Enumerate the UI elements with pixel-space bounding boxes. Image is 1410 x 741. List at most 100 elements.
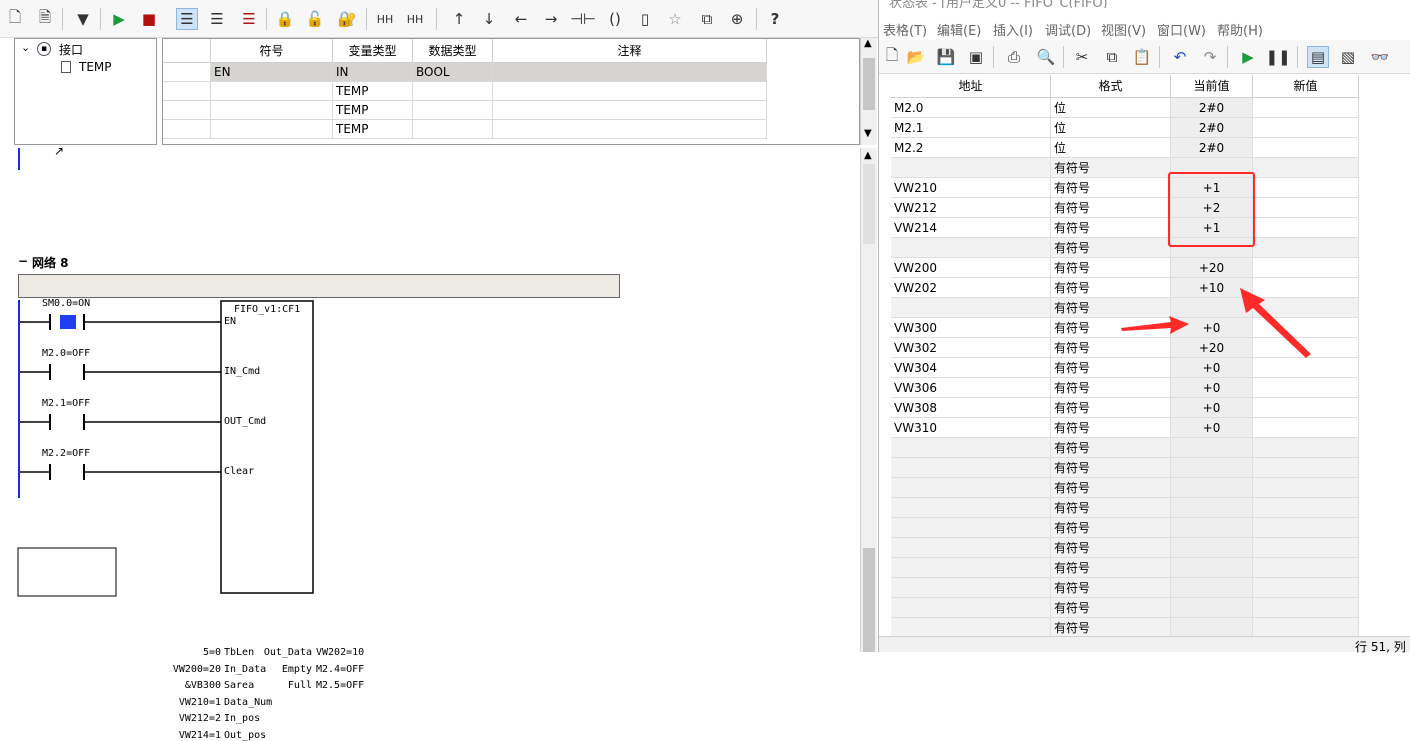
- tree-root-label[interactable]: 接口: [59, 41, 83, 58]
- save-all-icon[interactable]: ▣: [965, 46, 987, 68]
- pause-icon[interactable]: ❚❚: [1265, 46, 1290, 68]
- status-row[interactable]: 有符号: [891, 478, 1359, 498]
- col-header-current-value[interactable]: 当前值: [1171, 75, 1253, 98]
- status-cell-format[interactable]: 有符号: [1051, 238, 1171, 258]
- interface-cell-symbol[interactable]: EN: [211, 63, 333, 82]
- status-row[interactable]: 有符号: [891, 538, 1359, 558]
- status-cell-address[interactable]: [891, 518, 1051, 538]
- scroll-up-icon[interactable]: ▲: [864, 150, 872, 161]
- interface-cell-var-type[interactable]: TEMP: [333, 120, 413, 139]
- status-cell-address[interactable]: [891, 458, 1051, 478]
- filter-icon[interactable]: ▼: [72, 8, 94, 30]
- col-header-comment[interactable]: 注释: [493, 39, 767, 63]
- lock-icon[interactable]: 🔒: [274, 8, 296, 30]
- print-icon[interactable]: ⎙: [1003, 46, 1025, 68]
- redo-icon[interactable]: ↷: [1199, 46, 1221, 68]
- help-icon[interactable]: ?: [764, 8, 786, 30]
- status-cell-address[interactable]: [891, 158, 1051, 178]
- status-cell-address[interactable]: [891, 598, 1051, 618]
- menu-edit[interactable]: 编辑(E): [937, 20, 981, 39]
- col-header-new-value[interactable]: 新值: [1253, 75, 1359, 98]
- copy-icon[interactable]: ⧉: [696, 8, 718, 30]
- status-cell-new[interactable]: [1253, 178, 1359, 198]
- status-cell-address[interactable]: VW300: [891, 318, 1051, 338]
- save-icon[interactable]: 💾: [935, 46, 957, 68]
- status-cell-new[interactable]: [1253, 438, 1359, 458]
- param-output-value[interactable]: VW202=10: [316, 647, 364, 658]
- col-header-format[interactable]: 格式: [1051, 75, 1171, 98]
- status-row[interactable]: VW214 有符号 +1: [891, 218, 1359, 238]
- status-cell-address[interactable]: VW202: [891, 278, 1051, 298]
- status-cell-value[interactable]: +0: [1171, 358, 1253, 378]
- interface-row-header[interactable]: [163, 82, 211, 101]
- status-row[interactable]: 有符号: [891, 558, 1359, 578]
- menu-help[interactable]: 帮助(H): [1217, 20, 1263, 39]
- ladder-scrollbar[interactable]: ▲: [860, 148, 877, 652]
- status-cell-value[interactable]: [1171, 538, 1253, 558]
- status-cell-address[interactable]: [891, 498, 1051, 518]
- status-cell-new[interactable]: [1253, 198, 1359, 218]
- status-row[interactable]: VW306 有符号 +0: [891, 378, 1359, 398]
- status-cell-new[interactable]: [1253, 358, 1359, 378]
- scroll-track[interactable]: [863, 164, 875, 244]
- status-row[interactable]: 有符号: [891, 618, 1359, 638]
- status-cell-address[interactable]: VW200: [891, 258, 1051, 278]
- status-cell-new[interactable]: [1253, 578, 1359, 598]
- interface-row-header[interactable]: [163, 120, 211, 139]
- interface-scrollbar[interactable]: ▲ ▼: [860, 38, 877, 145]
- interface-cell-symbol[interactable]: [211, 82, 333, 101]
- status-cell-new[interactable]: [1253, 518, 1359, 538]
- status-cell-format[interactable]: 有符号: [1051, 618, 1171, 638]
- interface-cell-data-type[interactable]: [413, 101, 493, 120]
- trend-icon[interactable]: ▧: [1337, 46, 1359, 68]
- zoom-icon[interactable]: ⊕: [726, 8, 748, 30]
- interface-cell-data-type[interactable]: BOOL: [413, 63, 493, 82]
- status-cell-value[interactable]: [1171, 478, 1253, 498]
- param-output-value[interactable]: M2.4=OFF: [316, 664, 364, 675]
- status-row[interactable]: 有符号: [891, 578, 1359, 598]
- status-cell-format[interactable]: 有符号: [1051, 578, 1171, 598]
- contact-label[interactable]: M2.2=OFF: [42, 448, 90, 459]
- menu-window[interactable]: 窗口(W): [1157, 20, 1206, 39]
- network-comment-box[interactable]: [18, 274, 620, 298]
- status-row[interactable]: M2.0 位 2#0: [891, 98, 1359, 118]
- status-cell-address[interactable]: VW306: [891, 378, 1051, 398]
- status-cell-value[interactable]: [1171, 598, 1253, 618]
- status-cell-format[interactable]: 有符号: [1051, 558, 1171, 578]
- status-cell-address[interactable]: [891, 618, 1051, 638]
- contact-icon[interactable]: ⊣⊢: [570, 8, 596, 30]
- status-row[interactable]: 有符号: [891, 458, 1359, 478]
- status-cell-address[interactable]: [891, 298, 1051, 318]
- glasses-icon[interactable]: 👓: [1369, 46, 1391, 68]
- status-cell-new[interactable]: [1253, 538, 1359, 558]
- status-cell-value[interactable]: [1171, 618, 1253, 638]
- tree-child-label[interactable]: TEMP: [79, 60, 112, 74]
- interface-cell-comment[interactable]: [493, 63, 767, 82]
- status-cell-value[interactable]: 2#0: [1171, 118, 1253, 138]
- status-row[interactable]: VW308 有符号 +0: [891, 398, 1359, 418]
- col-header-var-type[interactable]: 变量类型: [333, 39, 413, 63]
- interface-cell-var-type[interactable]: IN: [333, 63, 413, 82]
- status-cell-format[interactable]: 有符号: [1051, 518, 1171, 538]
- new-icon[interactable]: 🗋: [881, 46, 903, 68]
- status-row[interactable]: 有符号: [891, 238, 1359, 258]
- status-cell-format[interactable]: 位: [1051, 98, 1171, 118]
- status-cell-value[interactable]: 2#0: [1171, 98, 1253, 118]
- status-cell-address[interactable]: VW310: [891, 418, 1051, 438]
- status-cell-format[interactable]: 有符号: [1051, 358, 1171, 378]
- status-cell-value[interactable]: [1171, 498, 1253, 518]
- network-expander[interactable]: −: [18, 254, 28, 268]
- status-cell-value[interactable]: 2#0: [1171, 138, 1253, 158]
- line-down-icon[interactable]: ↓: [478, 8, 500, 30]
- status-row[interactable]: VW212 有符号 +2: [891, 198, 1359, 218]
- trend-view-icon[interactable]: ☰: [238, 8, 260, 30]
- interface-cell-comment[interactable]: [493, 101, 767, 120]
- interface-cell-symbol[interactable]: [211, 101, 333, 120]
- status-cell-format[interactable]: 有符号: [1051, 158, 1171, 178]
- ladder-editor[interactable]: ↗ − 网络 8 FIFO_v1:CF1 SM0.0=ON EN M2.0=OFF I…: [14, 144, 860, 741]
- interface-row-header[interactable]: [163, 63, 211, 82]
- param-input-value[interactable]: VW212=2: [179, 713, 221, 724]
- menu-view[interactable]: 视图(V): [1101, 20, 1146, 39]
- status-cell-new[interactable]: [1253, 478, 1359, 498]
- status-cell-format[interactable]: 有符号: [1051, 198, 1171, 218]
